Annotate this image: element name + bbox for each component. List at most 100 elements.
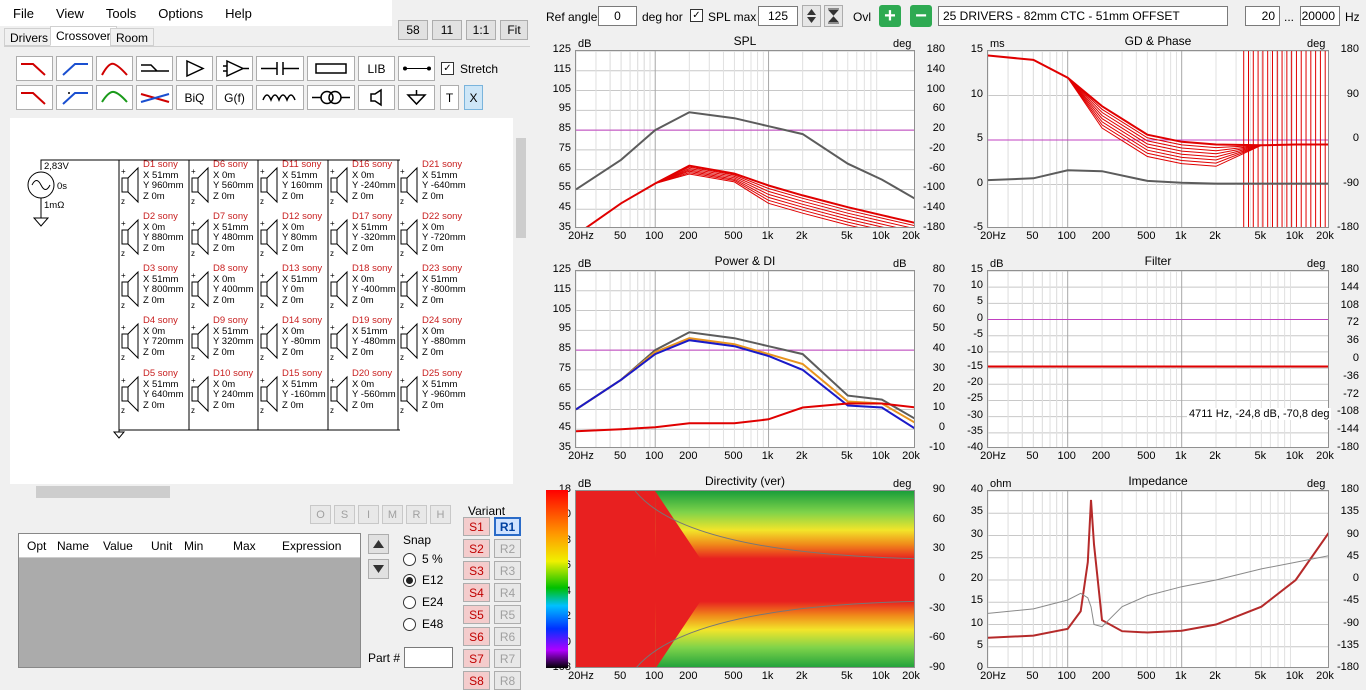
- menu-options[interactable]: Options: [145, 6, 212, 21]
- opt-o-button[interactable]: O: [310, 505, 331, 524]
- driver-15[interactable]: + z D15 sony X 51mm Y -160mm Z 0m: [260, 368, 330, 415]
- driver-23[interactable]: + z D23 sony X 51mm Y -800mm Z 0m: [400, 263, 470, 310]
- driver-10[interactable]: + z D10 sony X 0m Y 240mm Z 0m: [191, 368, 261, 415]
- driver-17[interactable]: + z D17 sony X 51mm Y -320mm Z 0m: [330, 211, 400, 258]
- driver-13[interactable]: + z D13 sony X 51mm Y 0m Z 0m: [260, 263, 330, 310]
- chart-plot-directivity[interactable]: [575, 490, 915, 668]
- snap-e48-radio[interactable]: E48: [403, 617, 443, 631]
- driver-2[interactable]: + z D2 sony X 0m Y 880mm Z 0m: [121, 211, 191, 258]
- allpass-filter-icon[interactable]: [136, 85, 173, 110]
- snap-5pct-radio[interactable]: 5 %: [403, 552, 443, 566]
- wire-icon[interactable]: [398, 56, 435, 81]
- notch-filter-icon[interactable]: [96, 85, 133, 110]
- spl-max-checkbox[interactable]: ✓: [690, 9, 703, 22]
- zoom-11-button[interactable]: 11: [432, 20, 462, 40]
- opt-i-button[interactable]: I: [358, 505, 379, 524]
- opt-s-button[interactable]: S: [334, 505, 355, 524]
- lowpass-2-filter-icon[interactable]: [16, 85, 53, 110]
- chart-plot-gd[interactable]: [987, 50, 1329, 228]
- tab-drivers[interactable]: Drivers: [4, 28, 54, 46]
- add-overlay-icon[interactable]: +: [879, 5, 901, 27]
- chart-plot-power[interactable]: [575, 270, 915, 448]
- biquad-button[interactable]: BiQ: [176, 85, 213, 110]
- driver-5[interactable]: + z D5 sony X 51mm Y 640mm Z 0m: [121, 368, 191, 415]
- driver-9[interactable]: + z D9 sony X 51mm Y 320mm Z 0m: [191, 315, 261, 362]
- resistor-icon[interactable]: [307, 56, 355, 81]
- zoom-58-button[interactable]: 58: [398, 20, 428, 40]
- driver-25[interactable]: + z D25 sony X 51mm Y -960mm Z 0m: [400, 368, 470, 415]
- scroll-thumb[interactable]: [36, 486, 170, 498]
- tab-room[interactable]: Room: [110, 28, 155, 46]
- tab-crossover[interactable]: Crossover: [50, 26, 117, 46]
- highpass-filter-icon[interactable]: [56, 56, 93, 81]
- menu-view[interactable]: View: [43, 6, 93, 21]
- variant-s3-button[interactable]: S3: [463, 561, 490, 580]
- driver-3[interactable]: + z D3 sony X 51mm Y 800mm Z 0m: [121, 263, 191, 310]
- variant-s8-button[interactable]: S8: [463, 671, 490, 690]
- driver-7[interactable]: + z D7 sony X 51mm Y 480mm Z 0m: [191, 211, 261, 258]
- move-up-button[interactable]: [368, 534, 389, 554]
- driver-19[interactable]: + z D19 sony X 51mm Y -480mm Z 0m: [330, 315, 400, 362]
- variant-r1-button[interactable]: R1: [494, 517, 521, 536]
- variant-r8-button[interactable]: R8: [494, 671, 521, 690]
- project-name-input[interactable]: 25 DRIVERS - 82mm CTC - 51mm OFFSET: [938, 6, 1228, 26]
- driver-1[interactable]: + z D1 sony X 51mm Y 960mm Z 0m: [121, 159, 191, 206]
- buffer-icon[interactable]: [176, 56, 213, 81]
- ground-icon[interactable]: [398, 85, 435, 110]
- driver-22[interactable]: + z D22 sony X 0m Y -720mm Z 0m: [400, 211, 470, 258]
- chart-plot-spl[interactable]: [575, 50, 915, 228]
- capacitor-icon[interactable]: [256, 56, 304, 81]
- snap-e12-radio[interactable]: E12: [403, 573, 443, 587]
- spl-max-auto-button[interactable]: [824, 5, 843, 27]
- variant-s6-button[interactable]: S6: [463, 627, 490, 646]
- transfer-function-button[interactable]: G(f): [216, 85, 253, 110]
- variant-r6-button[interactable]: R6: [494, 627, 521, 646]
- zoom-fit-button[interactable]: Fit: [500, 20, 528, 40]
- variant-r2-button[interactable]: R2: [494, 539, 521, 558]
- spl-max-spinner[interactable]: [802, 5, 821, 27]
- snap-e24-radio[interactable]: E24: [403, 595, 443, 609]
- driver-21[interactable]: + z D21 sony X 51mm Y -640mm Z 0m: [400, 159, 470, 206]
- remove-overlay-icon[interactable]: −: [910, 5, 932, 27]
- opt-m-button[interactable]: M: [382, 505, 403, 524]
- chart-plot-impedance[interactable]: [987, 490, 1329, 668]
- driver-18[interactable]: + z D18 sony X 0m Y -400mm Z 0m: [330, 263, 400, 310]
- opamp-icon[interactable]: [216, 56, 253, 81]
- schematic-canvas[interactable]: 2,83V 0s 1mΩ + z D1 sony X 51mm Y 960mm Z 0m +…: [10, 118, 513, 484]
- driver-16[interactable]: + z D16 sony X 0m Y -240mm Z 0m: [330, 159, 400, 206]
- variant-r7-button[interactable]: R7: [494, 649, 521, 668]
- speaker-icon[interactable]: [358, 85, 395, 110]
- menu-tools[interactable]: Tools: [93, 6, 145, 21]
- lowpass-filter-icon[interactable]: [16, 56, 53, 81]
- driver-24[interactable]: + z D24 sony X 0m Y -880mm Z 0m: [400, 315, 470, 362]
- variant-s4-button[interactable]: S4: [463, 583, 490, 602]
- spl-max-input[interactable]: 125: [758, 6, 798, 26]
- bandpass-filter-icon[interactable]: [96, 56, 133, 81]
- part-number-input[interactable]: [404, 647, 453, 668]
- variant-r5-button[interactable]: R5: [494, 605, 521, 624]
- scroll-thumb[interactable]: [516, 138, 526, 238]
- driver-4[interactable]: + z D4 sony X 0m Y 720mm Z 0m: [121, 315, 191, 362]
- menu-file[interactable]: File: [0, 6, 43, 21]
- chart-plot-filter[interactable]: [987, 270, 1329, 448]
- freq-max-input[interactable]: 20000: [1300, 6, 1340, 26]
- zoom-1to1-button[interactable]: 1:1: [466, 20, 496, 40]
- opt-r-button[interactable]: R: [406, 505, 427, 524]
- inductor-icon[interactable]: [256, 85, 304, 110]
- driver-20[interactable]: + z D20 sony X 0m Y -560mm Z 0m: [330, 368, 400, 415]
- highpass-2-filter-icon[interactable]: [56, 85, 93, 110]
- variant-s2-button[interactable]: S2: [463, 539, 490, 558]
- move-down-button[interactable]: [368, 559, 389, 579]
- opt-h-button[interactable]: H: [430, 505, 451, 524]
- driver-6[interactable]: + z D6 sony X 0m Y 560mm Z 0m: [191, 159, 261, 206]
- transformer-icon[interactable]: [307, 85, 355, 110]
- driver-14[interactable]: + z D14 sony X 0m Y -80mm Z 0m: [260, 315, 330, 362]
- shelf-filter-icon[interactable]: [136, 56, 173, 81]
- variant-r4-button[interactable]: R4: [494, 583, 521, 602]
- variant-s7-button[interactable]: S7: [463, 649, 490, 668]
- driver-12[interactable]: + z D12 sony X 0m Y 80mm Z 0m: [260, 211, 330, 258]
- freq-min-input[interactable]: 20: [1245, 6, 1280, 26]
- delete-tool-button[interactable]: X: [464, 85, 483, 110]
- variant-s1-button[interactable]: S1: [463, 517, 490, 536]
- menu-help[interactable]: Help: [212, 6, 261, 21]
